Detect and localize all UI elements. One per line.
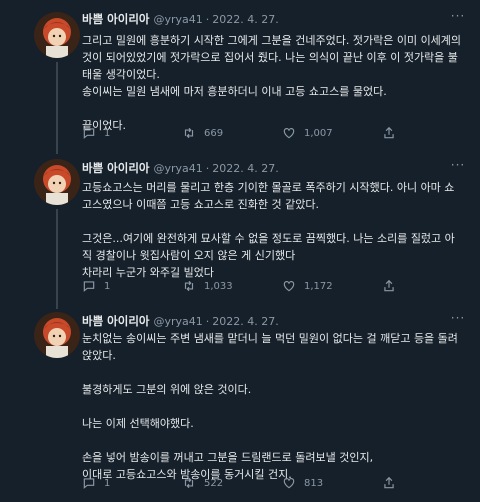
tweet-paragraph: 불경하게도 그분의 위에 앉은 것이다. [82, 383, 252, 396]
tweet-paragraph: 눈치없는 송이씨는 주변 냄새를 맡더니 늘 먹던 밀원이 없다는 걸 깨닫고 … [82, 332, 462, 362]
like-count: 1,007 [304, 127, 333, 139]
share-button[interactable] [382, 279, 404, 293]
avatar[interactable] [34, 312, 80, 358]
more-icon[interactable]: ··· [450, 10, 466, 26]
retweet-icon [182, 476, 196, 490]
author-name[interactable]: 바쁨 아이리아 [82, 313, 149, 329]
tweet[interactable]: 바쁨 아이리아 @yrya41 · 2022. 4. 27. ··· 고등쇼고스… [0, 157, 480, 312]
heart-icon [282, 279, 296, 293]
author-handle[interactable]: @yrya41 [153, 13, 202, 26]
separator-dot: · [205, 314, 210, 328]
separator-dot: · [205, 161, 210, 175]
tweet-text: 그리고 밀원에 흥분하기 시작한 그에게 그분을 건네주었다. 젓가락은 이미 … [82, 32, 462, 134]
reply-button[interactable]: 1 [82, 279, 182, 293]
retweet-icon [182, 279, 196, 293]
tweet-text: 고등쇼고스는 머리를 물리고 한층 기이한 몰골로 폭주하기 시작했다. 아니 … [82, 179, 462, 281]
heart-icon [282, 476, 296, 490]
retweet-button[interactable]: 669 [182, 126, 282, 140]
like-count: 1,172 [304, 280, 333, 292]
share-icon [382, 279, 396, 293]
avatar-image [34, 159, 80, 205]
comment-icon [82, 279, 96, 293]
tweet-date[interactable]: 2022. 4. 27. [212, 315, 278, 328]
reply-count: 1 [104, 127, 111, 139]
reply-count: 1 [104, 477, 111, 489]
author-handle[interactable]: @yrya41 [153, 162, 202, 175]
like-button[interactable]: 1,007 [282, 126, 382, 140]
reply-button[interactable]: 1 [82, 476, 182, 490]
author-name[interactable]: 바쁨 아이리아 [82, 11, 149, 27]
avatar-image [34, 312, 80, 358]
comment-icon [82, 126, 96, 140]
retweet-count: 1,033 [204, 280, 233, 292]
retweet-icon [182, 126, 196, 140]
tweet-paragraph: 고등쇼고스는 머리를 물리고 한층 기이한 몰골로 폭주하기 시작했다. 아니 … [82, 181, 455, 211]
author-name[interactable]: 바쁨 아이리아 [82, 160, 149, 176]
like-count: 813 [304, 477, 324, 489]
author-handle[interactable]: @yrya41 [153, 315, 202, 328]
reply-button[interactable]: 1 [82, 126, 182, 140]
avatar[interactable] [34, 12, 80, 58]
tweet-paragraph: 송이씨는 밀원 냄새에 마저 흥분하더니 이내 고등 쇼고스를 물었다. [82, 85, 387, 98]
action-bar: 1 1,033 1,172 [82, 279, 404, 293]
avatar-image [34, 12, 80, 58]
separator-dot: · [205, 12, 210, 26]
comment-icon [82, 476, 96, 490]
more-icon[interactable]: ··· [450, 159, 466, 175]
share-button[interactable] [382, 476, 404, 490]
tweet-date[interactable]: 2022. 4. 27. [212, 13, 278, 26]
avatar[interactable] [34, 159, 80, 205]
like-button[interactable]: 1,172 [282, 279, 382, 293]
thread-line [56, 209, 58, 309]
retweet-button[interactable]: 522 [182, 476, 282, 490]
thread-line [56, 62, 58, 154]
action-bar: 1 522 813 [82, 476, 404, 490]
more-icon[interactable]: ··· [450, 312, 466, 328]
heart-icon [282, 126, 296, 140]
retweet-count: 522 [204, 477, 224, 489]
share-icon [382, 476, 396, 490]
tweet-paragraph: 그리고 밀원에 흥분하기 시작한 그에게 그분을 건네주었다. 젓가락은 이미 … [82, 34, 465, 81]
retweet-button[interactable]: 1,033 [182, 279, 282, 293]
tweet[interactable]: 바쁨 아이리아 @yrya41 · 2022. 4. 27. ··· 그리고 밀… [0, 0, 480, 157]
like-button[interactable]: 813 [282, 476, 382, 490]
reply-count: 1 [104, 280, 111, 292]
share-button[interactable] [382, 126, 404, 140]
tweet-text: 눈치없는 송이씨는 주변 냄새를 맡더니 늘 먹던 밀원이 없다는 걸 깨닫고 … [82, 330, 462, 483]
tweet[interactable]: 바쁨 아이리아 @yrya41 · 2022. 4. 27. ··· 눈치없는 … [0, 312, 480, 502]
retweet-count: 669 [204, 127, 224, 139]
tweet-paragraph: 나는 이제 선택해야했다. [82, 417, 194, 430]
tweet-paragraph: 그것은...여기에 완전하게 묘사할 수 없을 정도로 끔찍했다. 나는 소리를… [82, 232, 455, 279]
tweet-date[interactable]: 2022. 4. 27. [212, 162, 278, 175]
action-bar: 1 669 1,007 [82, 126, 404, 140]
share-icon [382, 126, 396, 140]
